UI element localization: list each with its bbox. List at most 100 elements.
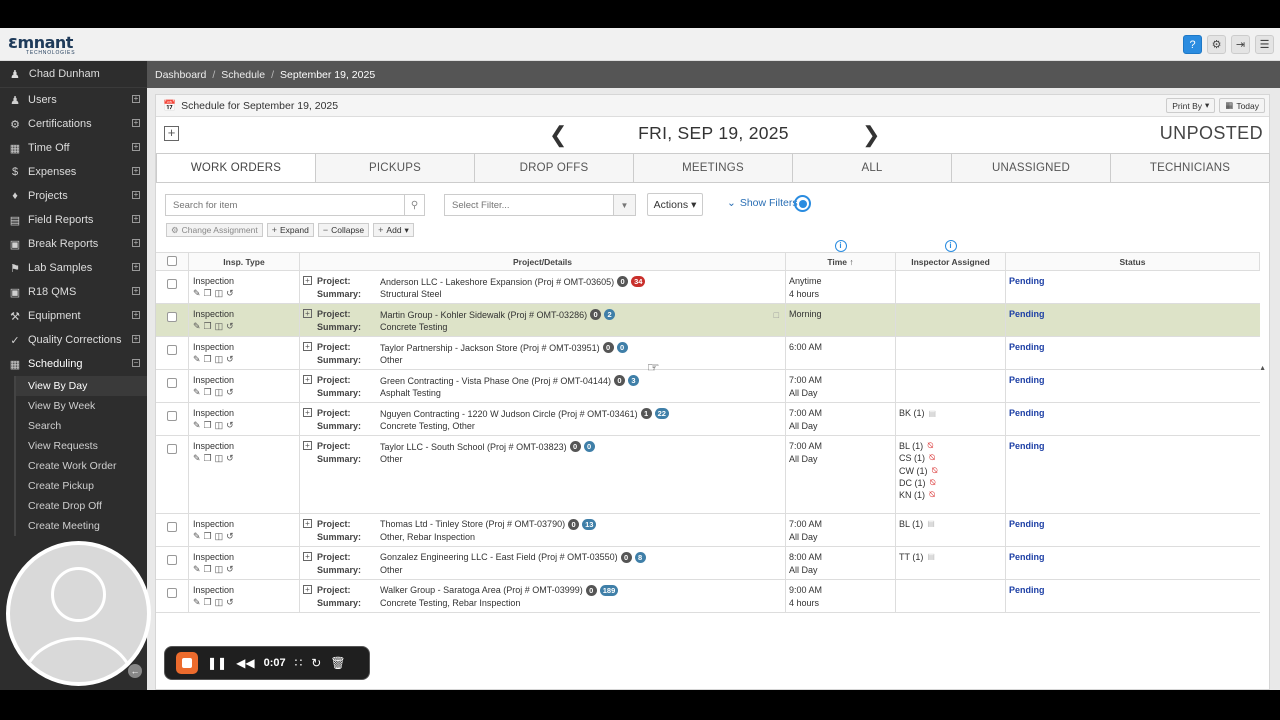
history-icon[interactable]: ↺ <box>226 354 234 365</box>
expand-icon[interactable]: + <box>132 143 140 151</box>
delete-icon[interactable]: ◫ <box>215 564 224 575</box>
sidebar-item-scheduling[interactable]: ▦ Scheduling − <box>0 352 147 376</box>
today-button[interactable]: ▦ Today <box>1219 98 1265 113</box>
table-row[interactable]: Inspection ✎ ❐ ◫ ↺ + Project: Gonzalez Engineer… <box>156 546 1260 580</box>
project-name[interactable]: Walker Group - Saratoga Area (Proj # OMT… <box>380 584 619 596</box>
info-icon[interactable]: i <box>834 240 847 252</box>
delete-icon[interactable]: ◫ <box>215 288 224 299</box>
document-icon[interactable]: ▤ <box>927 519 935 528</box>
header-insp-type[interactable]: Insp. Type <box>189 253 300 270</box>
edit-icon[interactable]: ✎ <box>193 531 201 542</box>
table-row[interactable]: Inspection ✎ ❐ ◫ ↺ + Project: Taylor Partnershi… <box>156 337 1260 370</box>
status-badge[interactable]: Pending <box>1009 552 1045 562</box>
no-document-icon[interactable]: ⦰ <box>932 466 938 476</box>
tab-technicians[interactable]: TECHNICIANS <box>1110 153 1270 182</box>
expand-row-icon[interactable]: + <box>303 342 312 351</box>
header-inspector[interactable]: i Inspector Assigned <box>896 240 1006 270</box>
sidebar-item-projects[interactable]: ♦ Projects + <box>0 184 147 208</box>
copy-icon[interactable]: ❐ <box>204 321 212 332</box>
status-badge[interactable]: Pending <box>1009 309 1045 319</box>
print-by-button[interactable]: Print By ▾ <box>1166 98 1216 113</box>
expand-row-icon[interactable]: + <box>303 276 312 285</box>
status-badge[interactable]: Pending <box>1009 408 1045 418</box>
delete-icon[interactable]: ◫ <box>215 453 224 464</box>
collapse-icon[interactable]: − <box>132 359 140 367</box>
delete-icon[interactable]: ◫ <box>215 531 224 542</box>
filters-toggle[interactable] <box>794 195 811 212</box>
history-icon[interactable]: ↺ <box>226 420 234 431</box>
history-icon[interactable]: ↺ <box>226 453 234 464</box>
stop-recording-button[interactable] <box>176 652 198 674</box>
subnav-create-meeting[interactable]: Create Meeting <box>14 516 147 536</box>
gear-icon[interactable]: ⚙ <box>1207 35 1226 54</box>
inspector-entry[interactable]: CS (1) ⦰ <box>899 453 935 463</box>
inspector-entry[interactable]: BK (1) ▤ <box>899 408 936 418</box>
expand-icon[interactable]: + <box>132 239 140 247</box>
sidebar-item-expenses[interactable]: $ Expenses + <box>0 160 147 184</box>
table-row[interactable]: Inspection ✎ ❐ ◫ ↺ + Project: Anderson LLC - La… <box>156 271 1260 304</box>
subnav-view-requests[interactable]: View Requests <box>14 436 147 456</box>
delete-icon[interactable]: ◫ <box>215 597 224 608</box>
table-row[interactable]: Inspection ✎ ❐ ◫ ↺ + Project: Thomas Ltd - Tinl… <box>156 513 1260 547</box>
expand-row-icon[interactable]: + <box>303 584 312 594</box>
project-name[interactable]: Thomas Ltd - Tinley Store (Proj # OMT-03… <box>380 518 597 530</box>
table-row[interactable]: Inspection ✎ ❐ ◫ ↺ + Project: Walker Group - Sa… <box>156 579 1260 613</box>
comment-icon[interactable]: □ <box>774 310 779 320</box>
filter-select[interactable]: ▼ <box>444 194 675 216</box>
project-name[interactable]: Green Contracting - Vista Phase One (Pro… <box>380 375 639 386</box>
subnav-search[interactable]: Search <box>14 416 147 436</box>
project-name[interactable]: Martin Group - Kohler Sidewalk (Proj # O… <box>380 309 616 320</box>
no-document-icon[interactable]: ⦰ <box>929 453 935 463</box>
expand-icon[interactable]: + <box>132 335 140 343</box>
status-badge[interactable]: Pending <box>1009 441 1045 451</box>
breadcrumb-schedule[interactable]: Schedule <box>221 69 265 81</box>
sidebar-item-time-off[interactable]: ▦ Time Off + <box>0 136 147 160</box>
collapse-button[interactable]: − Collapse <box>317 223 370 237</box>
filter-select-input[interactable] <box>445 195 675 215</box>
inspector-entry[interactable]: BL (1) ⦰ <box>899 441 934 451</box>
expand-row-icon[interactable]: + <box>303 408 312 417</box>
delete-icon[interactable]: ◫ <box>215 420 224 431</box>
edit-icon[interactable]: ✎ <box>193 354 201 365</box>
copy-icon[interactable]: ❐ <box>204 564 212 575</box>
subnav-create-drop-off[interactable]: Create Drop Off <box>14 496 147 516</box>
rewind-icon[interactable]: ◀◀ <box>236 656 254 670</box>
sidebar-item-break-reports[interactable]: ▣ Break Reports + <box>0 232 147 256</box>
no-document-icon[interactable]: ⦰ <box>930 478 936 488</box>
no-document-icon[interactable]: ⦰ <box>929 490 935 500</box>
row-checkbox[interactable] <box>167 312 177 322</box>
project-name[interactable]: Gonzalez Engineering LLC - East Field (P… <box>380 551 646 563</box>
expand-row-icon[interactable]: + <box>303 375 312 384</box>
expand-icon[interactable]: + <box>132 215 140 223</box>
sidebar-item-equipment[interactable]: ⚒ Equipment + <box>0 304 147 328</box>
copy-icon[interactable]: ❐ <box>204 387 212 398</box>
document-icon[interactable]: ▤ <box>929 409 937 418</box>
status-badge[interactable]: Pending <box>1009 375 1045 385</box>
inspector-entry[interactable]: TT (1) ▤ <box>899 552 935 562</box>
table-row[interactable]: Inspection ✎ ❐ ◫ ↺ + Project: Taylor LLC - Sout… <box>156 436 1260 514</box>
expand-icon[interactable]: + <box>132 95 140 103</box>
row-checkbox[interactable] <box>167 587 177 598</box>
restart-icon[interactable]: ↻ <box>311 656 321 670</box>
inspector-entry[interactable]: BL (1) ▤ <box>899 519 935 529</box>
row-checkbox[interactable] <box>167 444 177 454</box>
sidebar-item-quality-corrections[interactable]: ✓ Quality Corrections + <box>0 328 147 352</box>
expand-row-icon[interactable]: + <box>303 551 312 561</box>
table-row[interactable]: Inspection ✎ ❐ ◫ ↺ + Project: Nguyen Contractin… <box>156 403 1260 436</box>
header-time[interactable]: i Time ↑ <box>786 240 896 270</box>
sidebar-item-r18-qms[interactable]: ▣ R18 QMS + <box>0 280 147 304</box>
sidebar-item-lab-samples[interactable]: ⚑ Lab Samples + <box>0 256 147 280</box>
tab-pickups[interactable]: PICKUPS <box>315 153 475 182</box>
expand-button[interactable]: + Expand <box>266 223 314 237</box>
logo[interactable]: εmnant TECHNOLOGIES <box>8 34 75 57</box>
document-icon[interactable]: ▤ <box>927 552 935 561</box>
edit-icon[interactable]: ✎ <box>193 387 201 398</box>
subnav-create-work-order[interactable]: Create Work Order <box>14 456 147 476</box>
delete-icon[interactable]: ◫ <box>215 354 224 365</box>
copy-icon[interactable]: ❐ <box>204 453 212 464</box>
row-checkbox[interactable] <box>167 345 177 355</box>
copy-icon[interactable]: ❐ <box>204 531 212 542</box>
collapse-sidebar-icon[interactable]: ← <box>128 664 142 678</box>
expand-icon[interactable]: + <box>132 287 140 295</box>
header-status[interactable]: Status <box>1006 253 1260 270</box>
